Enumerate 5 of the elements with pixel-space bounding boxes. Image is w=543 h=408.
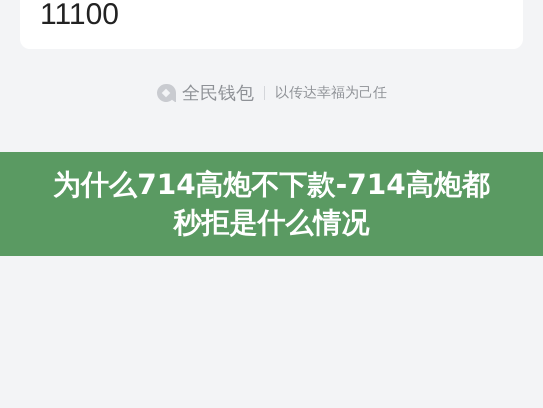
slogan-text: 以传达幸福为己任 <box>275 84 387 102</box>
banner-title: 为什么714高炮不下款-714高炮都秒拒是什么情况 <box>52 167 491 241</box>
amount-text: 11100 <box>40 0 120 30</box>
logo-icon <box>156 83 176 103</box>
brand-name: 全民钱包 <box>182 82 254 105</box>
